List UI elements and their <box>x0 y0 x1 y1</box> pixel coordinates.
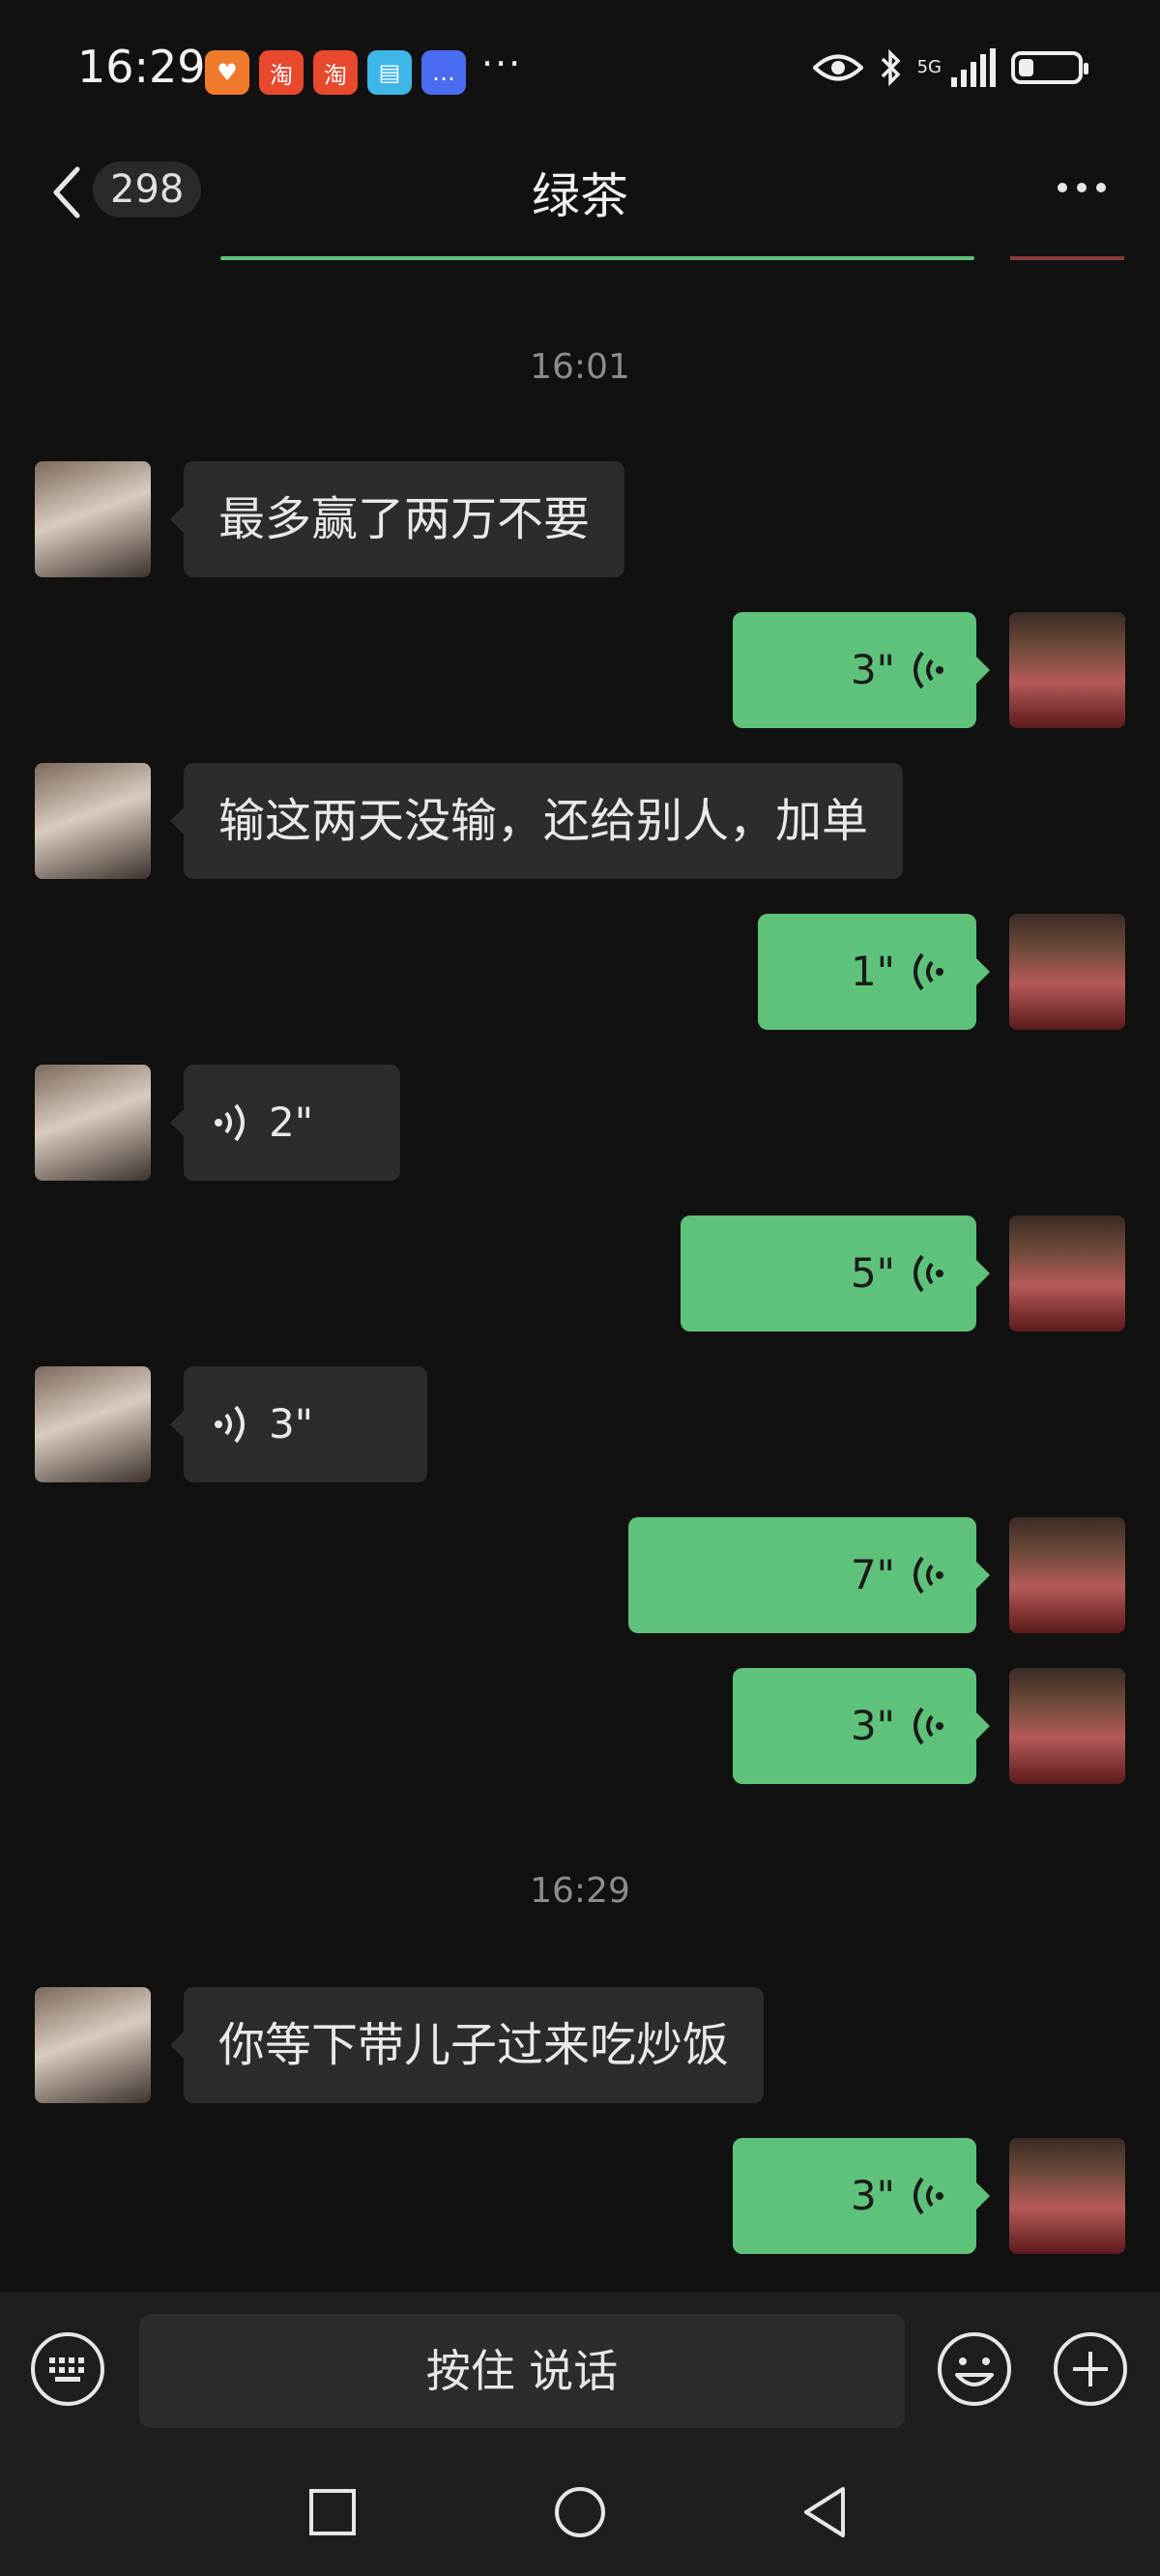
outgoing-voice-message[interactable]: 3" <box>733 1668 990 1784</box>
more-options-button[interactable] <box>1058 183 1106 192</box>
voice-duration: 7" <box>850 1551 895 1598</box>
back-nav-icon[interactable] <box>797 2483 855 2541</box>
my-avatar[interactable] <box>1009 914 1125 1030</box>
my-avatar[interactable] <box>1009 1215 1125 1332</box>
status-bar: 16:29 ♥ 淘 淘 ▤ … ··· 5G <box>0 0 1160 140</box>
voice-wave-icon <box>914 1556 943 1595</box>
voice-duration: 1" <box>850 948 895 995</box>
voice-wave-icon <box>914 1254 943 1293</box>
voice-wave-icon <box>914 651 943 689</box>
signal-icon <box>951 48 996 87</box>
contact-avatar[interactable] <box>35 1065 151 1181</box>
voice-wave-icon <box>914 1707 943 1745</box>
network-type: 5G <box>916 57 942 77</box>
incoming-text-message[interactable]: 最多赢了两万不要 <box>169 461 625 577</box>
heart-app-icon: ♥ <box>205 50 249 95</box>
input-bar: 按住 说话 <box>0 2292 1160 2437</box>
taobao-icon: 淘 <box>313 50 358 95</box>
incoming-text-message[interactable]: 输这两天没输，还给别人，加单 <box>169 763 904 879</box>
outgoing-voice-message[interactable]: 5" <box>681 1215 990 1332</box>
eye-icon <box>812 54 863 81</box>
bluetooth-icon <box>881 48 901 87</box>
previous-bubble-edge <box>220 256 974 260</box>
battery-icon <box>1011 51 1088 84</box>
outgoing-voice-message[interactable]: 7" <box>628 1517 990 1633</box>
recent-apps-icon[interactable] <box>304 2483 362 2541</box>
contact-avatar[interactable] <box>35 763 151 879</box>
message-list[interactable]: 16:01 最多赢了两万不要 3" 输这两天没输，还给别人，加单 1" 2" 5… <box>0 256 1160 2292</box>
incoming-voice-message[interactable]: 2" <box>170 1065 400 1181</box>
hold-to-talk-button[interactable]: 按住 说话 <box>139 2314 905 2428</box>
outgoing-voice-message[interactable]: 3" <box>733 612 990 728</box>
contact-avatar[interactable] <box>35 1366 151 1482</box>
voice-wave-icon <box>215 1103 245 1142</box>
my-avatar[interactable] <box>1009 612 1125 728</box>
plus-icon[interactable] <box>1052 2330 1129 2408</box>
message-app-icon: … <box>421 50 466 95</box>
status-time: 16:29 <box>77 41 206 93</box>
voice-duration: 3" <box>850 646 895 693</box>
voice-wave-icon <box>914 952 943 991</box>
voice-duration: 3" <box>269 1400 314 1448</box>
emoji-icon[interactable] <box>936 2330 1013 2408</box>
voice-wave-icon <box>914 2177 943 2215</box>
voice-duration: 2" <box>269 1098 314 1146</box>
timestamp: 16:01 <box>530 347 630 387</box>
voice-duration: 3" <box>850 1702 895 1749</box>
chat-header: 298 绿茶 <box>0 140 1160 256</box>
voice-duration: 5" <box>850 1249 895 1297</box>
home-icon[interactable] <box>551 2483 609 2541</box>
incoming-text-message[interactable]: 你等下带儿子过来吃炒饭 <box>169 1987 765 2103</box>
chat-title: 绿茶 <box>532 168 628 224</box>
my-avatar[interactable] <box>1009 1517 1125 1633</box>
keyboard-icon[interactable] <box>29 2330 106 2408</box>
taobao-icon: 淘 <box>259 50 304 95</box>
outgoing-voice-message[interactable]: 1" <box>758 914 990 1030</box>
incoming-voice-message[interactable]: 3" <box>170 1366 427 1482</box>
more-notifications-icon: ··· <box>481 43 523 85</box>
my-avatar[interactable] <box>1009 2138 1125 2254</box>
system-navigation-bar <box>0 2437 1160 2576</box>
timestamp: 16:29 <box>530 1871 630 1911</box>
contact-avatar[interactable] <box>35 461 151 577</box>
book-app-icon: ▤ <box>367 50 412 95</box>
contact-avatar[interactable] <box>35 1987 151 2103</box>
outgoing-voice-message[interactable]: 3" <box>733 2138 990 2254</box>
notification-icons: ♥ 淘 淘 ▤ … <box>205 50 466 95</box>
my-avatar[interactable] <box>1009 1668 1125 1784</box>
voice-duration: 3" <box>850 2172 895 2219</box>
previous-avatar-edge <box>1010 256 1124 260</box>
voice-wave-icon <box>215 1405 245 1444</box>
system-icons: 5G <box>812 48 1088 87</box>
